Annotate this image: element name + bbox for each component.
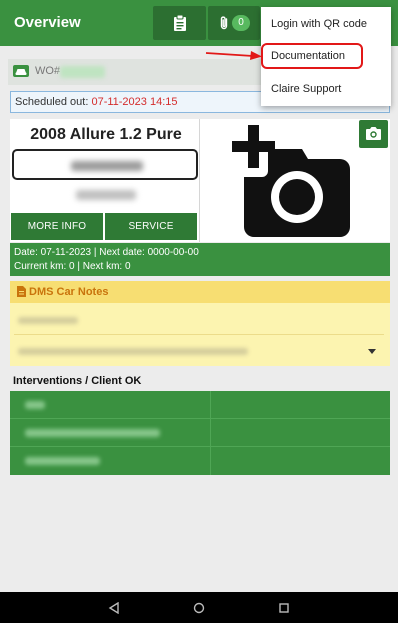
notes-divider (14, 334, 384, 335)
annotation-arrow-icon (205, 51, 262, 60)
dms-car-notes-header[interactable]: DMS Car Notes (10, 281, 390, 303)
dms-car-notes-title: DMS Car Notes (29, 286, 109, 298)
documentation-highlight (261, 43, 363, 69)
note-line-redacted (18, 317, 78, 324)
recents-icon[interactable] (278, 602, 290, 614)
home-icon[interactable] (193, 602, 205, 614)
panel-divider (199, 119, 200, 242)
scheduled-out-label: Scheduled out: (15, 96, 89, 108)
dropdown-arrow-icon[interactable] (368, 349, 376, 354)
vehicle-subinfo-redacted (76, 190, 136, 200)
interventions-title: Interventions / Client OK (13, 375, 142, 387)
service-button[interactable]: SERVICE (105, 213, 197, 240)
back-icon[interactable] (108, 602, 120, 614)
more-info-button[interactable]: MORE INFO (11, 213, 103, 240)
paperclip-icon (220, 16, 228, 30)
add-photo-icon[interactable] (232, 125, 352, 239)
intervention-text-redacted (25, 429, 160, 437)
intervention-row[interactable] (10, 447, 390, 475)
intervention-row[interactable] (10, 419, 390, 447)
license-plate (12, 149, 198, 180)
attachments-button[interactable]: 0 (208, 6, 260, 40)
work-order-number-redacted (60, 66, 105, 78)
dms-car-notes-body (10, 303, 390, 366)
column-divider (210, 419, 211, 447)
column-divider (210, 447, 211, 475)
license-plate-redacted (71, 161, 143, 171)
scheduled-out-value: 07-11-2023 14:15 (91, 96, 178, 108)
intervention-text-redacted (25, 457, 100, 465)
work-order-label: WO# (35, 65, 61, 77)
service-info-bar: Date: 07-11-2023 | Next date: 0000-00-00… (10, 243, 390, 276)
page-title: Overview (14, 14, 81, 31)
vehicle-title: 2008 Allure 1.2 Pure (30, 126, 182, 143)
interventions-list (10, 391, 390, 475)
intervention-row[interactable] (10, 391, 390, 419)
column-divider (210, 391, 211, 419)
attachments-count-badge: 0 (232, 15, 250, 31)
car-icon (13, 65, 29, 77)
service-date-line: Date: 07-11-2023 | Next date: 0000-00-00 (14, 247, 199, 258)
documents-button[interactable] (153, 6, 206, 40)
clipboard-icon (174, 15, 186, 31)
system-nav-bar (0, 592, 398, 623)
note-select-redacted[interactable] (18, 348, 248, 355)
service-km-line: Current km: 0 | Next km: 0 (14, 260, 131, 272)
vehicle-panel: 2008 Allure 1.2 Pure MORE INFO SERVICE (10, 119, 390, 242)
menu-item-login-qr[interactable]: Login with QR code (271, 18, 367, 30)
intervention-text-redacted (25, 401, 45, 409)
document-icon (17, 286, 26, 297)
camera-button[interactable] (359, 120, 388, 148)
menu-item-claire-support[interactable]: Claire Support (271, 83, 341, 95)
camera-icon (366, 127, 381, 140)
